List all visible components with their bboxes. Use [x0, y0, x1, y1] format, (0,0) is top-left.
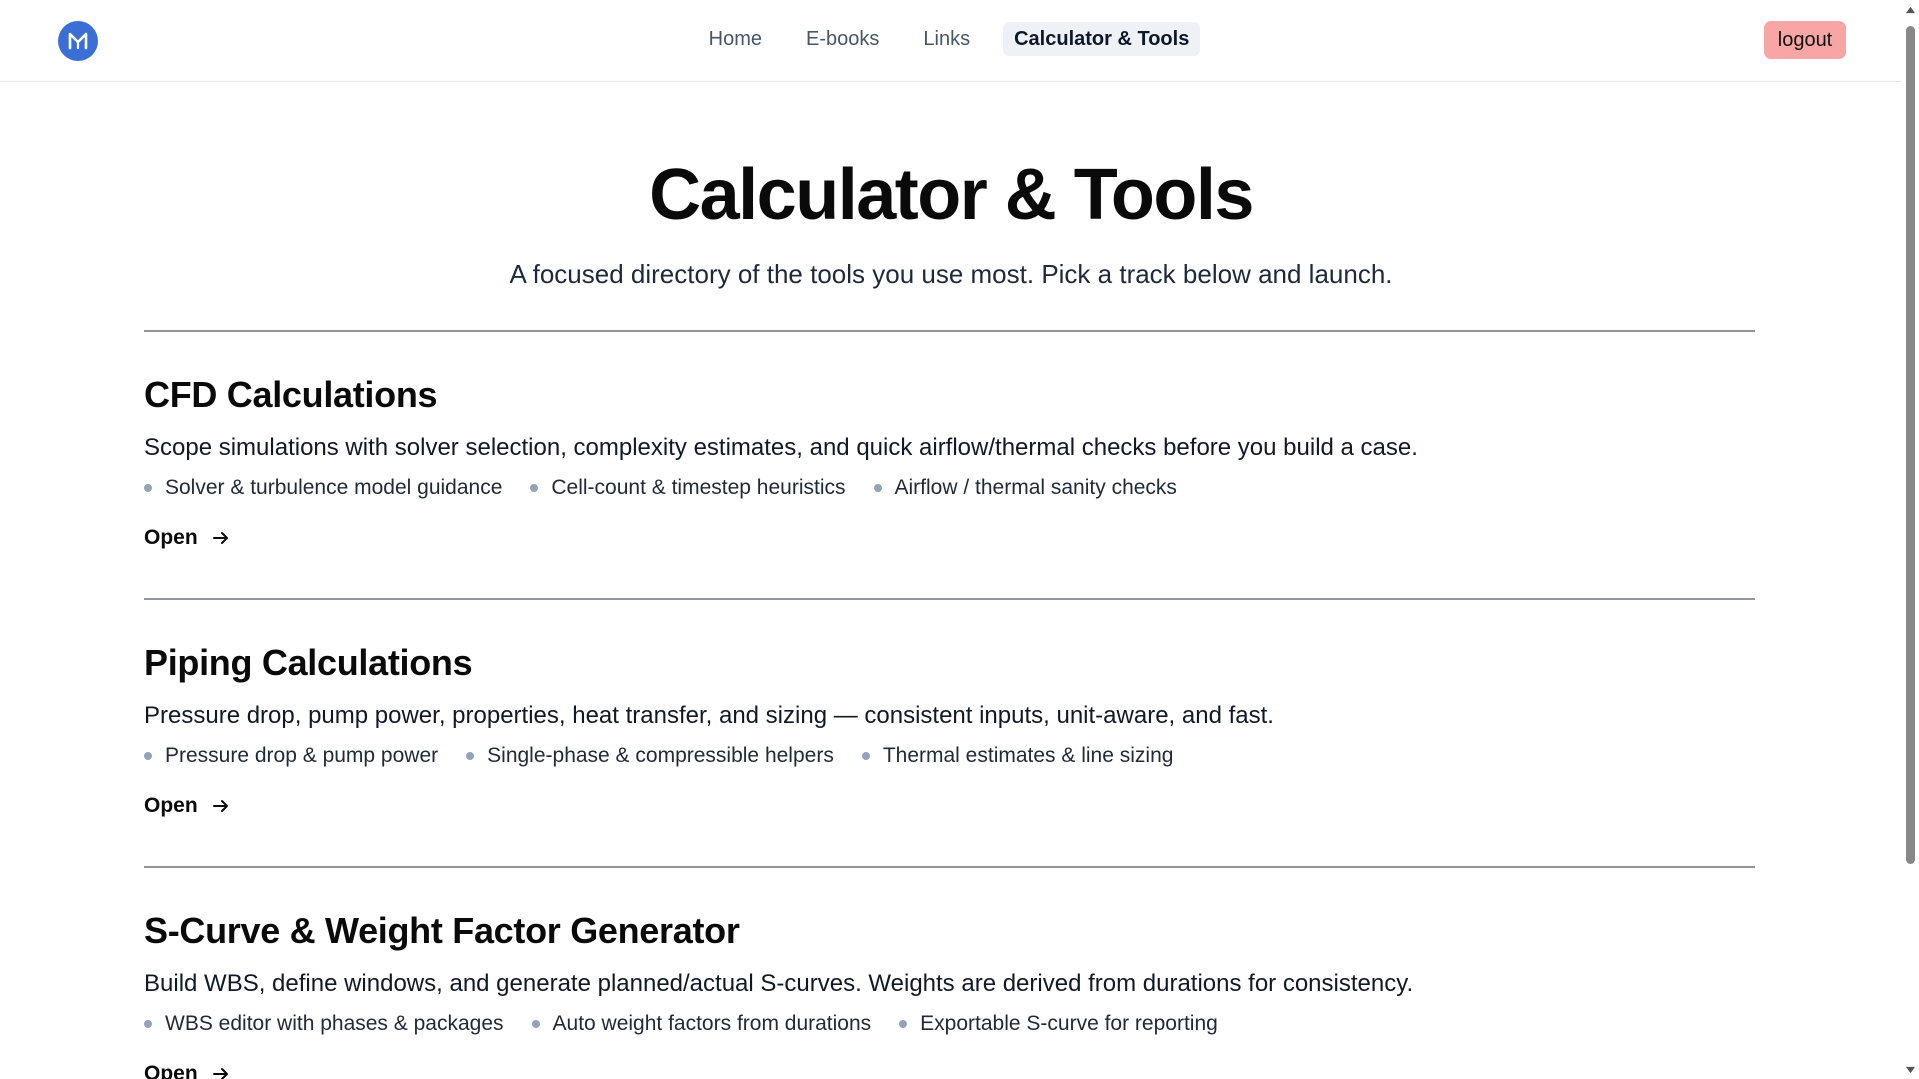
- page-subtitle: A focused directory of the tools you use…: [509, 259, 1393, 289]
- feature-label: Cell-count & timestep heuristics: [551, 476, 846, 499]
- arrow-right-icon: [212, 1068, 228, 1079]
- page-title: Calculator & Tools: [649, 155, 1254, 235]
- feature-label: Airflow / thermal sanity checks: [894, 476, 1177, 499]
- section-divider: [144, 598, 1755, 600]
- open-piping-link[interactable]: Open: [144, 793, 230, 819]
- section-piping: Piping Calculations Pressure drop, pump …: [144, 642, 1755, 819]
- feature-label: Single-phase & compressible helpers: [487, 744, 834, 767]
- feature-item: Auto weight factors from durations: [531, 1011, 872, 1037]
- scroll-down-arrow-icon[interactable]: [1904, 1063, 1917, 1077]
- feature-label: Thermal estimates & line sizing: [882, 744, 1174, 767]
- open-s-curve-link[interactable]: Open: [144, 1061, 230, 1079]
- feature-item: Thermal estimates & line sizing: [861, 743, 1174, 769]
- nav-calculator-tools[interactable]: Calculator & Tools: [1003, 22, 1201, 56]
- section-title: S-Curve & Weight Factor Generator: [144, 910, 740, 951]
- main-nav: Home E-books Links Calculator & Tools: [0, 22, 1902, 56]
- section-title: Piping Calculations: [144, 642, 473, 683]
- feature-label: WBS editor with phases & packages: [165, 1012, 504, 1035]
- feature-label: Pressure drop & pump power: [165, 744, 439, 767]
- nav-links[interactable]: Links: [912, 22, 981, 56]
- open-cfd-link[interactable]: Open: [144, 525, 230, 551]
- section-title: CFD Calculations: [144, 374, 438, 415]
- feature-item: WBS editor with phases & packages: [144, 1011, 504, 1037]
- bullet-icon: [531, 1020, 540, 1028]
- feature-list: Solver & turbulence model guidance Cell-…: [144, 475, 1755, 501]
- bullet-icon: [530, 484, 539, 492]
- nav-ebooks[interactable]: E-books: [795, 22, 890, 56]
- feature-item: Solver & turbulence model guidance: [144, 475, 502, 501]
- scroll-up-arrow-icon[interactable]: [1904, 2, 1917, 16]
- section-description: Pressure drop, pump power, properties, h…: [144, 702, 1274, 729]
- feature-list: WBS editor with phases & packages Auto w…: [144, 1011, 1755, 1037]
- feature-label: Auto weight factors from durations: [552, 1012, 872, 1035]
- open-label: Open: [144, 526, 198, 549]
- arrow-right-icon: [212, 532, 228, 544]
- feature-item: Airflow / thermal sanity checks: [873, 475, 1177, 501]
- bullet-icon: [861, 752, 870, 760]
- open-label: Open: [144, 1062, 198, 1079]
- bullet-icon: [899, 1020, 908, 1028]
- section-divider: [144, 866, 1755, 868]
- feature-item: Exportable S-curve for reporting: [899, 1011, 1218, 1037]
- section-description: Scope simulations with solver selection,…: [144, 434, 1418, 461]
- feature-label: Solver & turbulence model guidance: [165, 476, 503, 499]
- page-viewport: Home E-books Links Calculator & Tools lo…: [0, 0, 1902, 1079]
- feature-label: Exportable S-curve for reporting: [920, 1012, 1218, 1035]
- feature-list: Pressure drop & pump power Single-phase …: [144, 743, 1755, 769]
- scrollbar-thumb[interactable]: [1906, 26, 1915, 864]
- feature-item: Pressure drop & pump power: [144, 743, 438, 769]
- vertical-scrollbar[interactable]: [1902, 0, 1919, 1079]
- section-divider: [144, 330, 1755, 332]
- nav-home[interactable]: Home: [698, 22, 773, 56]
- section-description: Build WBS, define windows, and generate …: [144, 970, 1414, 997]
- arrow-right-icon: [212, 800, 228, 812]
- open-label: Open: [144, 794, 198, 817]
- feature-item: Single-phase & compressible helpers: [466, 743, 834, 769]
- feature-item: Cell-count & timestep heuristics: [530, 475, 846, 501]
- section-s-curve: S-Curve & Weight Factor Generator Build …: [144, 910, 1755, 1079]
- section-cfd: CFD Calculations Scope simulations with …: [144, 374, 1755, 551]
- bullet-icon: [873, 484, 882, 492]
- logout-button[interactable]: logout: [1764, 21, 1846, 59]
- bullet-icon: [144, 752, 152, 760]
- bullet-icon: [466, 752, 475, 760]
- top-navbar: Home E-books Links Calculator & Tools lo…: [0, 0, 1902, 82]
- bullet-icon: [144, 1020, 152, 1028]
- bullet-icon: [144, 484, 152, 492]
